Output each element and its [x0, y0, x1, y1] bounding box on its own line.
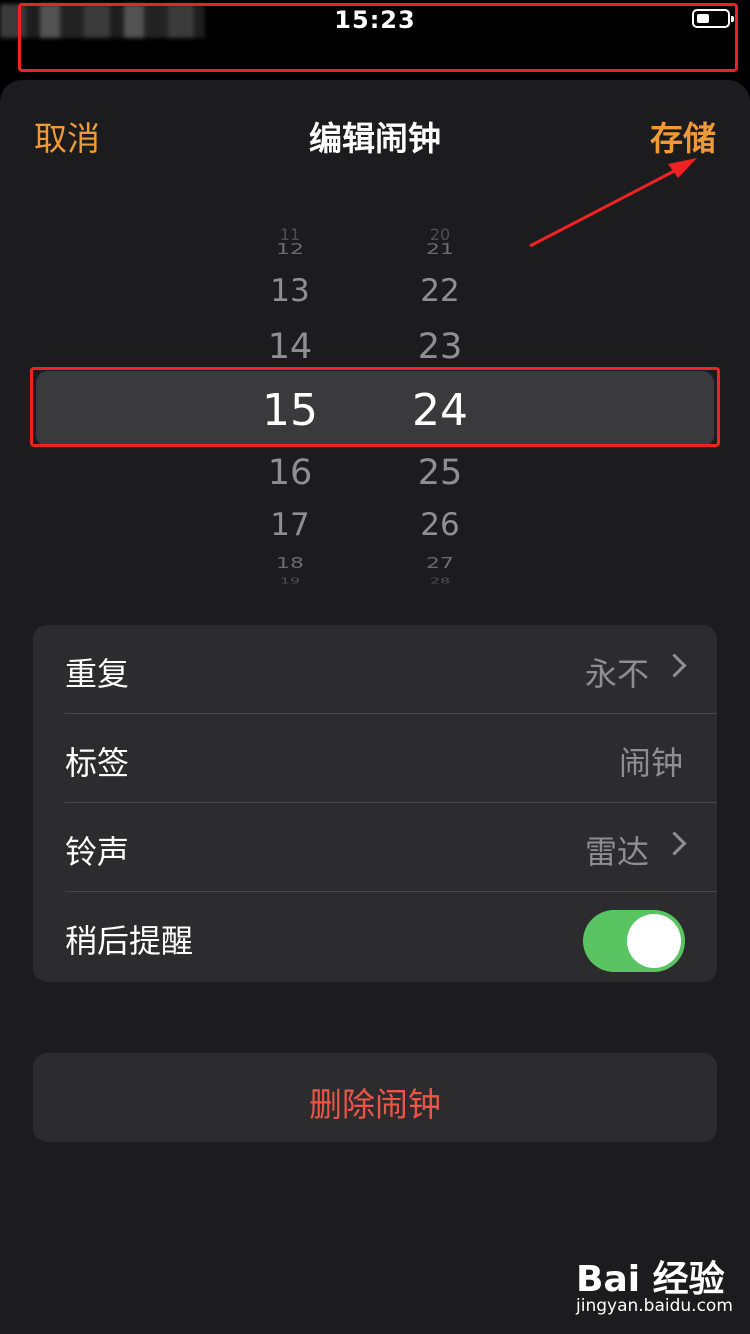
- snooze-row: 稍后提醒: [33, 892, 717, 981]
- chevron-right-icon: [662, 831, 687, 856]
- hour-option[interactable]: 16: [240, 453, 340, 493]
- minute-option[interactable]: 28: [390, 576, 490, 586]
- alarm-settings-list: 重复 永不 标签 闹钟 铃声 雷达 稍后提醒: [33, 625, 717, 982]
- sound-label: 铃声: [65, 833, 130, 871]
- minute-option[interactable]: 23: [390, 327, 490, 367]
- label-input[interactable]: 闹钟: [619, 738, 683, 784]
- sound-row[interactable]: 铃声 雷达: [33, 803, 717, 892]
- snooze-toggle[interactable]: [583, 910, 685, 972]
- label-label: 标签: [65, 744, 130, 782]
- minute-option[interactable]: 26: [390, 507, 490, 543]
- baidu-jingyan-logo: Bai 经验: [576, 1259, 725, 1300]
- hour-option[interactable]: 13: [240, 273, 340, 309]
- minute-option[interactable]: 22: [390, 273, 490, 309]
- snooze-label: 稍后提醒: [65, 922, 194, 960]
- minute-option[interactable]: 25: [390, 453, 490, 493]
- delete-alarm-label: 删除闹钟: [309, 1085, 441, 1124]
- minute-option[interactable]: 27: [390, 555, 490, 573]
- hour-option[interactable]: 17: [240, 507, 340, 543]
- sound-value: 雷达: [584, 833, 649, 871]
- hour-option[interactable]: 14: [240, 327, 340, 367]
- hour-option[interactable]: 19: [240, 576, 340, 586]
- status-bar-highlight: [18, 3, 738, 72]
- repeat-label: 重复: [65, 655, 130, 693]
- hour-option[interactable]: 12: [240, 241, 340, 259]
- save-button[interactable]: 存储: [650, 112, 716, 160]
- repeat-value: 永不: [584, 655, 649, 693]
- toggle-knob: [627, 914, 681, 968]
- delete-alarm-button[interactable]: 删除闹钟: [33, 1053, 717, 1142]
- picker-highlight: [30, 367, 720, 447]
- label-row[interactable]: 标签 闹钟: [33, 714, 717, 803]
- repeat-row[interactable]: 重复 永不: [33, 625, 717, 714]
- hour-option[interactable]: 18: [240, 555, 340, 573]
- chevron-right-icon: [662, 653, 687, 678]
- minute-option[interactable]: 21: [390, 241, 490, 259]
- watermark-url: jingyan.baidu.com: [576, 1296, 733, 1316]
- page-title: 编辑闹钟: [309, 119, 441, 158]
